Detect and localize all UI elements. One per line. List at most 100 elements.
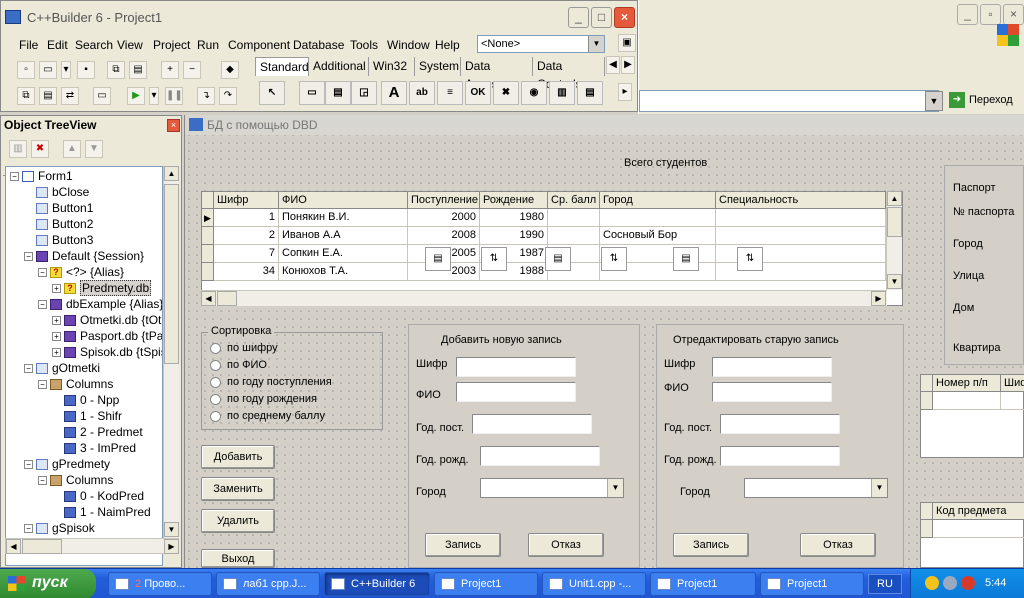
- replace-button[interactable]: Заменить: [201, 477, 275, 501]
- sort-option[interactable]: по году поступления: [210, 376, 332, 388]
- grid-column-header[interactable]: Город: [600, 192, 716, 209]
- menu-file[interactable]: File: [19, 38, 38, 52]
- run-dropdown-icon[interactable]: ▾: [149, 87, 159, 105]
- grades-grid[interactable]: Номер п/п Шиф: [920, 374, 1024, 458]
- radiobutton-icon[interactable]: ◉: [521, 81, 547, 105]
- radio-button-icon[interactable]: [210, 359, 221, 371]
- edit-god-rozhd-input[interactable]: [720, 446, 840, 466]
- scroll-thumb[interactable]: [164, 184, 179, 364]
- grid-column-header[interactable]: Поступление: [408, 192, 480, 209]
- scroll-up-icon[interactable]: ▲: [164, 166, 179, 181]
- tree-node[interactable]: 3 - ImPred: [52, 441, 136, 455]
- add-god-rozhd-input[interactable]: [480, 446, 600, 466]
- tree-expander-icon[interactable]: +: [52, 348, 61, 358]
- tree-node[interactable]: − gSpisok: [24, 521, 95, 535]
- clock[interactable]: 5:44: [985, 577, 1006, 589]
- row-indicator[interactable]: [202, 263, 214, 281]
- popupmenu-icon[interactable]: ◲: [351, 81, 377, 105]
- exit-button[interactable]: Выход: [201, 549, 275, 568]
- scroll-down-icon[interactable]: ▼: [887, 274, 902, 289]
- grid-column-header[interactable]: Ср. балл: [548, 192, 600, 209]
- grid-cell[interactable]: [933, 520, 1024, 538]
- tree-expander-icon[interactable]: +: [52, 284, 61, 294]
- scroll-down-icon[interactable]: ▼: [164, 522, 179, 537]
- move-down-icon[interactable]: ▼: [85, 140, 103, 158]
- edit-gorod-combo[interactable]: ▼: [744, 478, 888, 498]
- palette-tab-win32[interactable]: Win32: [369, 57, 415, 76]
- object-tree[interactable]: − Form1 bClose Button1 Button2 Button3− Defaul…: [5, 166, 163, 566]
- menu-component[interactable]: Component: [228, 38, 290, 52]
- start-button[interactable]: пуск: [0, 569, 96, 598]
- radio-button-icon[interactable]: [210, 410, 221, 422]
- grid-cell[interactable]: [1001, 392, 1024, 410]
- table-component-icon[interactable]: ▤: [425, 247, 451, 271]
- new-item-icon[interactable]: ▥: [9, 140, 27, 158]
- tree-expander-icon[interactable]: −: [24, 252, 33, 262]
- menu-database[interactable]: Database: [293, 38, 344, 52]
- tree-node[interactable]: − gOtmetki: [24, 361, 100, 375]
- grid-cell[interactable]: Сопкин Е.А.: [279, 245, 408, 263]
- grid-vertical-scrollbar[interactable]: ▲ ▼: [886, 191, 902, 290]
- palette-scroll-left-icon[interactable]: ◀: [606, 56, 620, 74]
- minimize-icon[interactable]: _: [568, 7, 589, 28]
- chevron-down-icon[interactable]: ▼: [871, 479, 887, 497]
- new-icon[interactable]: ▫: [17, 61, 35, 79]
- sort-option[interactable]: по году рождения: [210, 393, 317, 405]
- run-icon[interactable]: ▶: [127, 87, 145, 105]
- remove-from-project-icon[interactable]: −: [183, 61, 201, 79]
- grid-cell[interactable]: [548, 209, 600, 227]
- edit-save-button[interactable]: Запись: [673, 533, 749, 557]
- add-gorod-combo[interactable]: ▼: [480, 478, 624, 498]
- datasource-component-icon[interactable]: ⇅: [737, 247, 763, 271]
- button-icon[interactable]: OK: [465, 81, 491, 105]
- move-up-icon[interactable]: ▲: [63, 140, 81, 158]
- edit-god-post-input[interactable]: [720, 414, 840, 434]
- menu-search[interactable]: Search: [75, 38, 113, 52]
- scroll-thumb[interactable]: [887, 207, 902, 237]
- grid-cell[interactable]: [716, 209, 886, 227]
- tree-node[interactable]: − dbExample {Alias}: [38, 297, 162, 311]
- table-component-icon[interactable]: ▤: [545, 247, 571, 271]
- tree-node[interactable]: − Form1: [10, 169, 73, 183]
- grid-column-header[interactable]: Рождение: [480, 192, 548, 209]
- tree-node[interactable]: − Columns: [38, 473, 113, 487]
- arrow-icon[interactable]: ↖: [259, 81, 285, 105]
- add-shifr-input[interactable]: [456, 357, 576, 377]
- tree-node[interactable]: + Spisok.db {tSpis: [52, 345, 162, 359]
- tree-expander-icon[interactable]: −: [38, 268, 47, 278]
- tree-node[interactable]: −? <?> {Alias}: [38, 265, 124, 279]
- taskbar-item[interactable]: Project1: [650, 572, 756, 596]
- scroll-left-icon[interactable]: ◀: [201, 291, 216, 306]
- radio-button-icon[interactable]: [210, 393, 221, 405]
- toggle-form-unit-icon[interactable]: ⇄: [61, 87, 79, 105]
- grid-cell[interactable]: [933, 392, 1001, 410]
- frame-icon[interactable]: ▭: [299, 81, 325, 105]
- palette-tab-additional[interactable]: Additional: [309, 57, 369, 76]
- scroll-left-icon[interactable]: ◀: [6, 539, 21, 554]
- taskbar-item[interactable]: 2 Прово...: [108, 572, 212, 596]
- row-indicator[interactable]: [202, 245, 214, 263]
- add-cancel-button[interactable]: Отказ: [528, 533, 604, 557]
- sort-option[interactable]: по шифру: [210, 342, 278, 354]
- grid-cell[interactable]: Конюхов Т.А.: [279, 263, 408, 281]
- datasource-component-icon[interactable]: ⇅: [481, 247, 507, 271]
- open-icon[interactable]: ▭: [39, 61, 57, 79]
- grid-column-header[interactable]: Шифр: [214, 192, 279, 209]
- grid-cell[interactable]: 1: [214, 209, 279, 227]
- pause-icon[interactable]: ❚❚: [165, 87, 183, 105]
- tree-node[interactable]: + Pasport.db {tPas: [52, 329, 162, 343]
- table-component-icon[interactable]: ▤: [673, 247, 699, 271]
- tree-expander-icon[interactable]: +: [52, 316, 61, 326]
- language-indicator[interactable]: RU: [868, 574, 902, 594]
- grid-cell[interactable]: 1980: [480, 209, 548, 227]
- tree-expander-icon[interactable]: −: [24, 524, 33, 534]
- edit-icon[interactable]: ab: [409, 81, 435, 105]
- listbox-icon[interactable]: ▥: [549, 81, 575, 105]
- address-dropdown-icon[interactable]: ▼: [925, 91, 943, 111]
- help-book-icon[interactable]: ◆: [221, 61, 239, 79]
- edit-shifr-input[interactable]: [712, 357, 832, 377]
- hscroll-thumb[interactable]: [217, 291, 237, 306]
- add-god-post-input[interactable]: [472, 414, 592, 434]
- ide-titlebar[interactable]: C++Builder 6 - Project1 _ □ ×: [1, 1, 637, 33]
- grid-cell[interactable]: 34: [214, 263, 279, 281]
